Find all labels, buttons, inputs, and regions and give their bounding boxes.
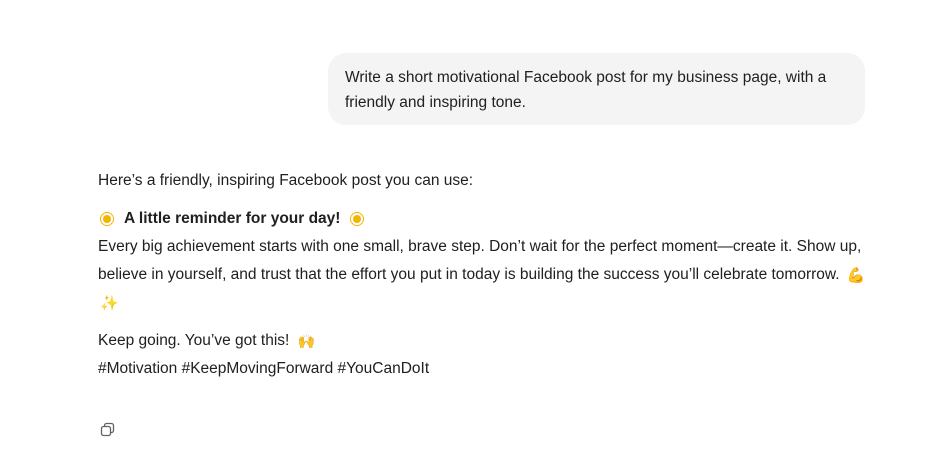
post-body: Every big achievement starts with one sm… <box>98 233 878 317</box>
facebook-post-preview: A little reminder for your day! Every bi… <box>98 205 878 317</box>
flexed-biceps-icon: 💪 <box>846 267 866 284</box>
sun-icon <box>348 210 366 228</box>
copy-icon[interactable] <box>99 421 117 439</box>
post-headline: A little reminder for your day! <box>98 205 878 233</box>
post-closing-text: Keep going. You’ve got this! <box>98 332 290 349</box>
post-closing: Keep going. You’ve got this! 🙌 <box>98 327 878 355</box>
sparkles-icon: ✨ <box>100 295 119 312</box>
response-intro: Here’s a friendly, inspiring Facebook po… <box>98 172 474 189</box>
post-headline-text: A little reminder for your day! <box>124 210 341 227</box>
user-message-bubble: Write a short motivational Facebook post… <box>328 53 865 125</box>
user-message-text: Write a short motivational Facebook post… <box>345 69 827 111</box>
assistant-response: Here’s a friendly, inspiring Facebook po… <box>98 167 878 383</box>
post-hashtags: #Motivation #KeepMovingForward #YouCanDo… <box>98 360 430 377</box>
sun-icon <box>98 210 116 228</box>
post-body-text: Every big achievement starts with one sm… <box>98 238 862 283</box>
raised-hands-icon: 🙌 <box>297 333 316 349</box>
